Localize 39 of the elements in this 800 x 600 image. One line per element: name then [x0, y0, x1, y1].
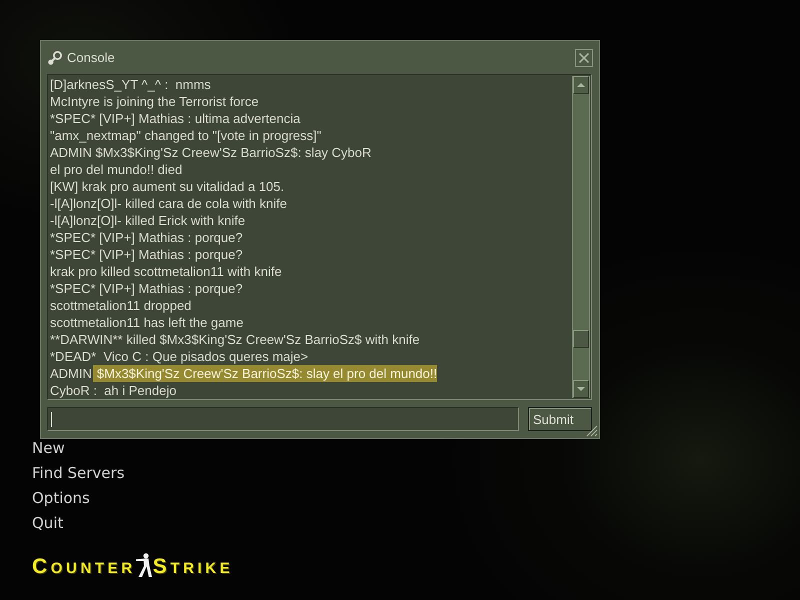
close-button[interactable]	[575, 48, 593, 66]
soldier-icon	[136, 553, 152, 577]
console-line: -l[A]lonz[O]l- killed Erick with knife	[50, 212, 246, 229]
menu-item[interactable]: Options	[32, 488, 90, 506]
menu-item[interactable]: Find Servers	[32, 464, 125, 482]
console-line: -l[A]lonz[O]l- killed cara de cola with knife	[50, 195, 288, 212]
console-line: *SPEC* [VIP+] Mathias : porque?	[50, 229, 244, 246]
menu-item[interactable]: Quit	[32, 514, 64, 532]
scrollbar-thumb[interactable]	[573, 330, 589, 348]
console-line: *SPEC* [VIP+] Mathias : ultima advertencia	[50, 110, 302, 127]
console-line: "amx_nextmap" changed to "[vote in progress]"	[50, 127, 322, 144]
console-line: krak pro killed scottmetalion11 with knife	[50, 263, 283, 280]
console-line: CyboR : ah i Pendejo	[50, 382, 178, 399]
console-line: [KW] krak pro aument su vitalidad a 105.	[50, 178, 286, 195]
linked-circles-icon	[47, 50, 63, 66]
scroll-up-button[interactable]	[573, 76, 589, 94]
resize-grip-icon[interactable]	[586, 425, 598, 437]
close-icon	[579, 52, 589, 62]
console-line: *DEAD* Vico C : Que pisados queres maje>	[50, 348, 310, 365]
console-line: el pro del mundo!! died	[50, 161, 184, 178]
command-input[interactable]	[47, 407, 519, 431]
logo-text: COUNTER	[32, 559, 136, 577]
console-line: **DARWIN** killed $Mx3$King'Sz Creew'Sz BarrioSz$ with knife	[50, 331, 421, 348]
text-cursor-icon	[51, 412, 52, 426]
console-line: ADMIN $Mx3$King'Sz Creew'Sz BarrioSz$: slay el pro del mundo!!	[50, 365, 438, 382]
console-line: scottmetalion11 has left the game	[50, 314, 244, 331]
console-line: ADMIN $Mx3$King'Sz Creew'Sz BarrioSz$: slay CyboR	[50, 144, 372, 161]
window-title: Console	[67, 50, 115, 65]
down-triangle-icon	[577, 387, 585, 391]
console-line: *SPEC* [VIP+] Mathias : porque?	[50, 280, 244, 297]
up-triangle-icon	[577, 83, 585, 87]
menu-item[interactable]: New	[32, 438, 65, 456]
console-line: *SPEC* [VIP+] Mathias : porque?	[50, 246, 244, 263]
console-line: scottmetalion11 dropped	[50, 297, 192, 314]
console-line: [D]arknesS_YT ^_^ : nmms	[50, 76, 212, 93]
scroll-down-button[interactable]	[573, 380, 589, 398]
submit-button[interactable]: Submit	[528, 407, 592, 431]
logo-text: STRIKE	[152, 559, 234, 577]
console-line: McIntyre is joining the Terrorist force	[50, 93, 260, 110]
